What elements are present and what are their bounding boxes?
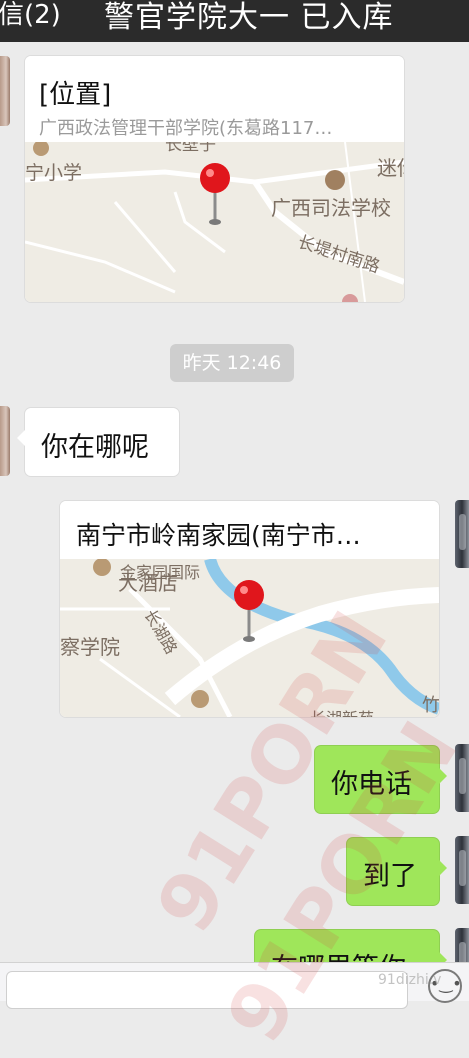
contact-avatar[interactable] [0,56,10,126]
back-button[interactable]: 信(2) [0,0,61,31]
title-bar: 信(2) 警官学院大一 已入库 [0,0,469,42]
incoming-message[interactable]: 你在哪呢 [17,408,179,476]
location-title: 南宁市岭南家园(南宁市… [76,521,361,550]
message-input[interactable] [6,971,408,1009]
my-avatar[interactable] [455,744,469,812]
location-header: 南宁市岭南家园(南宁市… [60,501,439,559]
my-avatar[interactable] [455,836,469,904]
message-text: 你在哪呢 [41,432,149,463]
location-title: [位置] [39,80,112,110]
map-label: 大酒店 [118,571,178,595]
map-label: 长湖新苑 [310,705,374,717]
map-label: 长壁子 [165,142,216,155]
my-avatar[interactable] [455,500,469,568]
location-message-2[interactable]: 南宁市岭南家园(南宁市… 金家园国际 大酒店 察学院 长湖路 长湖新苑 竹 [60,501,439,717]
map-pin-icon [200,163,230,193]
map-label: 察学院 [60,635,120,659]
location-map-1[interactable]: 宁小学 广西司法学校 长堤村南路 长壁子 迷你 [25,142,404,302]
message-timestamp: 昨天 12:46 [170,344,294,382]
location-map-2[interactable]: 金家园国际 大酒店 察学院 长湖路 长湖新苑 竹 [60,559,439,717]
location-address: 广西政法管理干部学院(东葛路117… [39,118,333,139]
chat-title: 警官学院大一 已入库 [104,0,394,35]
map-label: 迷你 [377,156,404,180]
map-label: 宁小学 [25,162,83,184]
map-label: 竹 [422,695,439,716]
map-pin-icon [234,580,264,610]
contact-avatar[interactable] [0,406,10,476]
outgoing-message[interactable]: 到了 [347,838,447,905]
outgoing-message[interactable]: 你电话 [315,746,447,813]
message-text: 你电话 [331,769,412,800]
location-message-1[interactable]: [位置] 广西政法管理干部学院(东葛路117… 宁小学 广西司法学校 长堤村南路… [25,56,404,302]
message-text: 到了 [363,861,417,892]
location-header: [位置] 广西政法管理干部学院(东葛路117… [25,56,404,142]
map-label: 广西司法学校 [271,196,391,220]
watermark-small: 91dizhi.v [378,972,442,988]
